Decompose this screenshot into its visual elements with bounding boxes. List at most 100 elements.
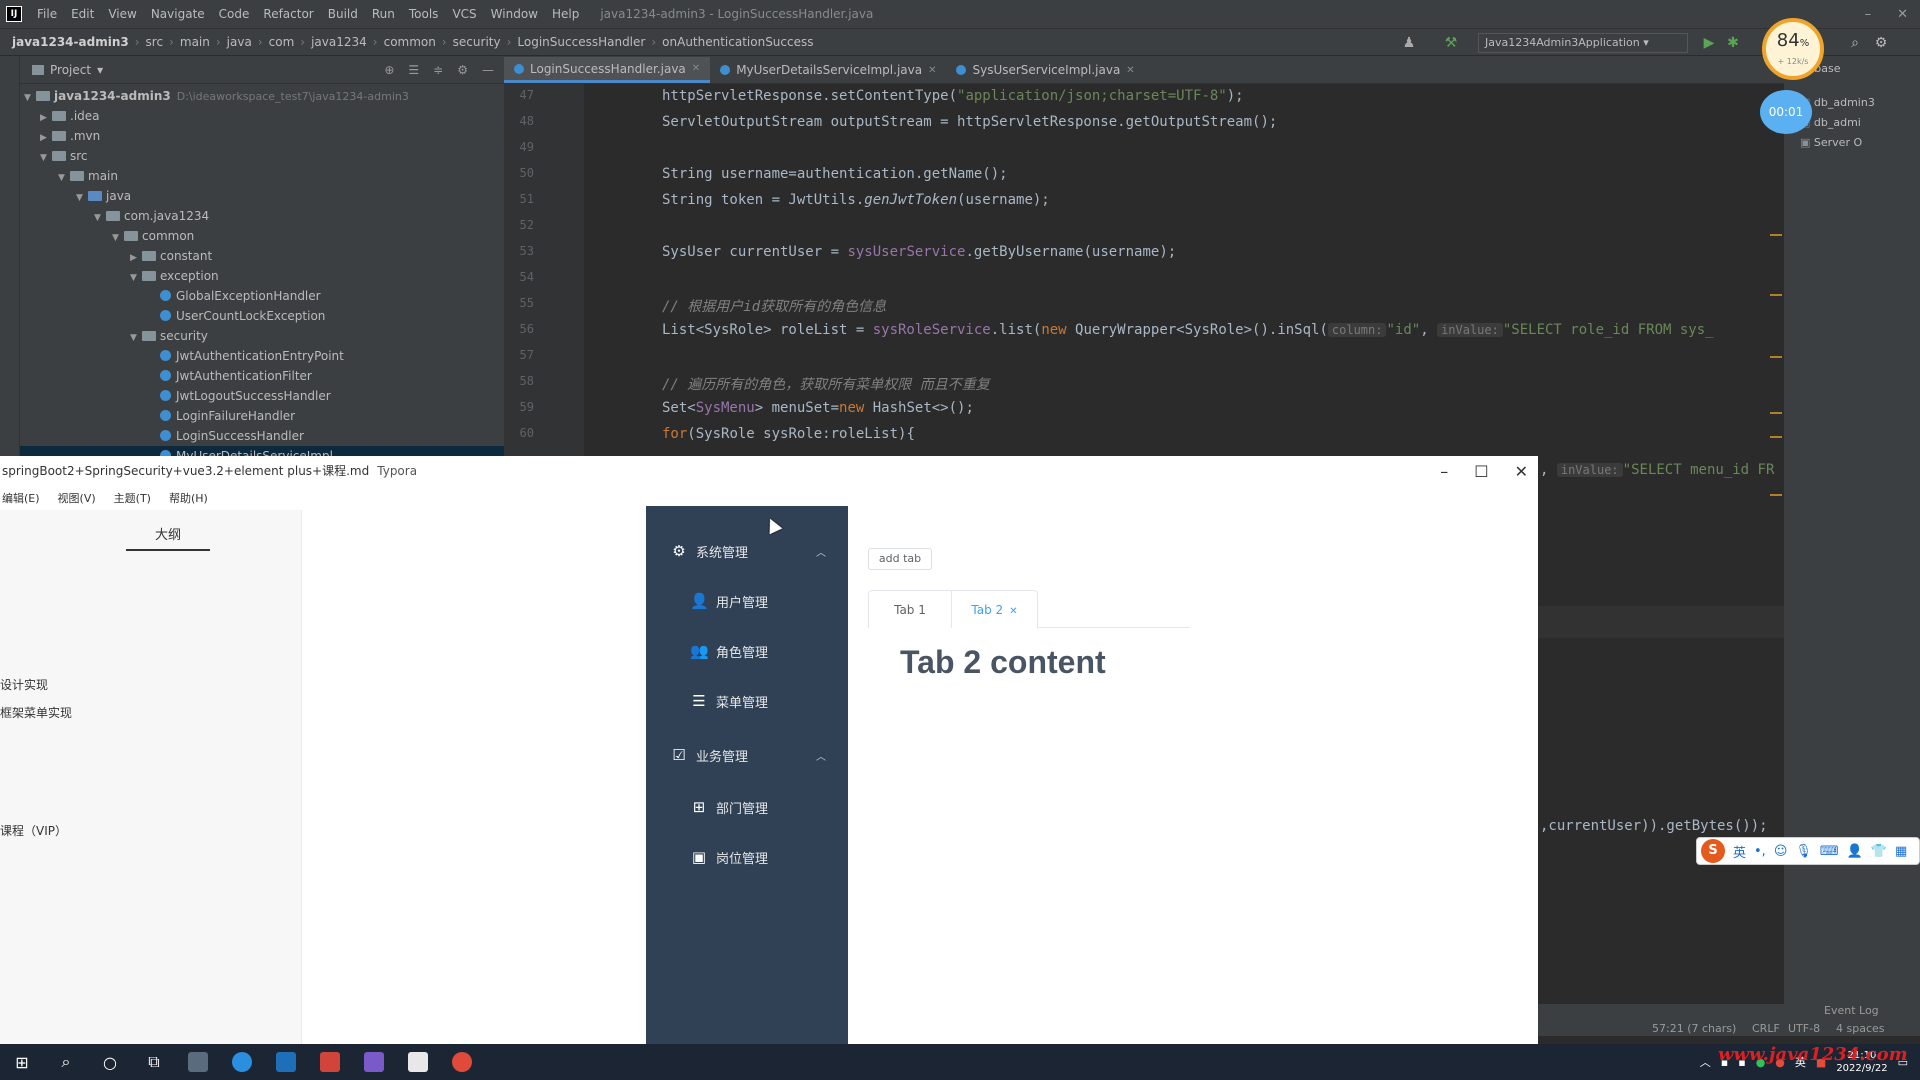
menu-business-management[interactable]: ☑ 业务管理 ︿	[646, 730, 848, 780]
taskbar-app-typora[interactable]	[396, 1044, 440, 1080]
ime-mode[interactable]: 英	[1733, 842, 1746, 861]
tree-item[interactable]: ▶ .idea	[40, 106, 100, 126]
keyboard-icon[interactable]: ⌨	[1820, 844, 1839, 859]
menu-menu-management[interactable]: ☰ 菜单管理	[646, 676, 848, 726]
taskbar-app[interactable]	[264, 1044, 308, 1080]
start-button[interactable]: ⊞	[0, 1044, 44, 1080]
minimize-icon[interactable]: –	[1865, 7, 1872, 22]
search-button[interactable]: ⌕	[44, 1044, 88, 1080]
code-editor[interactable]: httpServletResponse.setContentType("appl…	[584, 84, 1784, 456]
menu-role-management[interactable]: 👥 角色管理	[646, 626, 848, 676]
tree-item[interactable]: ▼ java1234-admin3 D:\ideaworkspace_test7\j…	[24, 86, 409, 106]
tree-item[interactable]: JwtAuthenticationEntryPoint	[160, 346, 344, 366]
breadcrumb-class[interactable]: LoginSuccessHandler	[513, 35, 649, 49]
breadcrumb-java[interactable]: java	[223, 35, 256, 49]
tree-item[interactable]: LoginSuccessHandler	[160, 426, 304, 446]
line-separator[interactable]: CRLF	[1752, 1022, 1780, 1035]
breadcrumb-src[interactable]: src	[142, 35, 168, 49]
close-tab-icon[interactable]: ✕	[1009, 606, 1017, 617]
menu-tools[interactable]: Tools	[402, 7, 446, 21]
expand-all-icon[interactable]: ☰	[408, 63, 419, 77]
debug-icon[interactable]: ✱	[1724, 34, 1742, 52]
menu-edit[interactable]: Edit	[64, 7, 101, 21]
menu-help[interactable]: Help	[545, 7, 586, 21]
tree-item[interactable]: GlobalExceptionHandler	[160, 286, 321, 306]
outline-item[interactable]: 框架菜单实现	[0, 704, 72, 721]
mic-icon[interactable]: 🎙	[1795, 844, 1812, 859]
tab-1[interactable]: Tab 1	[868, 590, 952, 628]
taskbar-app-vs[interactable]	[352, 1044, 396, 1080]
tree-item[interactable]: JwtAuthenticationFilter	[160, 366, 312, 386]
menu-file[interactable]: File	[30, 7, 64, 21]
menu-system-management[interactable]: ⚙ 系统管理 ︿	[646, 526, 848, 576]
cortana-button[interactable]: ○	[88, 1044, 132, 1080]
locate-icon[interactable]: ⊕	[384, 63, 394, 77]
caret-position[interactable]: 57:21 (7 chars)	[1652, 1022, 1736, 1035]
menu-department-management[interactable]: ⊞ 部门管理	[646, 782, 848, 832]
chevron-up-icon[interactable]: ︿	[1700, 1054, 1711, 1070]
menu-view[interactable]: 视图(V)	[58, 490, 96, 506]
close-tab-icon[interactable]: ✕	[692, 63, 700, 74]
menu-post-management[interactable]: ▣ 岗位管理	[646, 832, 848, 882]
tree-item[interactable]: ▶ constant	[130, 246, 212, 266]
emoji-icon[interactable]: ☺	[1774, 844, 1788, 859]
breadcrumb-java1234[interactable]: java1234	[307, 35, 371, 49]
tab-2[interactable]: Tab 2 ✕	[952, 590, 1038, 629]
taskbar-app-chrome[interactable]	[440, 1044, 484, 1080]
close-icon[interactable]: ✕	[1515, 462, 1528, 481]
outline-item[interactable]: 设计实现	[0, 676, 48, 693]
outline-item[interactable]: 课程（VIP）	[0, 822, 67, 839]
encoding[interactable]: UTF-8	[1788, 1022, 1820, 1035]
tree-item[interactable]: ▼ java	[76, 186, 131, 206]
project-label[interactable]: Project	[50, 63, 91, 77]
hammer-icon[interactable]: ⚒	[1442, 34, 1460, 52]
menu-theme[interactable]: 主题(T)	[114, 490, 151, 506]
menu-code[interactable]: Code	[212, 7, 257, 21]
close-icon[interactable]: ✕	[1897, 7, 1908, 22]
menu-run[interactable]: Run	[365, 7, 402, 21]
menu-icon[interactable]: ▦	[1895, 844, 1907, 859]
tree-item[interactable]: LoginFailureHandler	[160, 406, 295, 426]
network-speed-widget[interactable]: 84% + 12k/s	[1762, 18, 1824, 80]
tab-sys-user-service-impl[interactable]: SysUserServiceImpl.java ✕	[946, 57, 1144, 83]
user-icon[interactable]: ♟	[1400, 34, 1418, 52]
breadcrumb-security[interactable]: security	[449, 35, 505, 49]
tree-item[interactable]: ▼ src	[40, 146, 88, 166]
recording-timer[interactable]: 00:01	[1760, 90, 1812, 134]
run-icon[interactable]: ▶	[1700, 34, 1718, 52]
search-icon[interactable]: ⌕	[1846, 34, 1864, 52]
minimize-icon[interactable]: –	[1440, 462, 1448, 481]
database-item[interactable]: ▣ Server O	[1800, 136, 1862, 149]
maximize-icon[interactable]: ☐	[1474, 462, 1488, 481]
task-view-button[interactable]: ⧉	[132, 1044, 176, 1080]
run-config-select[interactable]: Java1234Admin3Application ▾	[1478, 33, 1688, 53]
gear-icon[interactable]: ⚙	[1872, 34, 1890, 52]
tree-item[interactable]: JwtLogoutSuccessHandler	[160, 386, 331, 406]
menu-build[interactable]: Build	[321, 7, 365, 21]
indent[interactable]: 4 spaces	[1836, 1022, 1885, 1035]
tree-item[interactable]: ▼ security	[130, 326, 208, 346]
collapse-all-icon[interactable]: ≑	[433, 63, 443, 77]
event-log[interactable]: Event Log	[1824, 1004, 1879, 1017]
outline-tab[interactable]: 大纲	[126, 524, 210, 551]
breadcrumb-method[interactable]: onAuthenticationSuccess	[658, 35, 817, 49]
close-tab-icon[interactable]: ✕	[928, 65, 936, 76]
tab-login-success-handler[interactable]: LoginSuccessHandler.java ✕	[504, 57, 711, 83]
menu-refactor[interactable]: Refactor	[256, 7, 320, 21]
code-editor-lower[interactable]: , inValue: "SELECT menu_id FR ,currentUse…	[1538, 456, 1784, 1036]
typora-document[interactable]	[302, 510, 646, 1044]
menu-user-management[interactable]: 👤 用户管理	[646, 576, 848, 626]
tab-my-user-details-service[interactable]: MyUserDetailsServiceImpl.java ✕	[710, 57, 946, 83]
close-tab-icon[interactable]: ✕	[1126, 65, 1134, 76]
tree-item[interactable]: UserCountLockException	[160, 306, 325, 326]
hide-icon[interactable]: —	[482, 63, 494, 77]
tree-item[interactable]: ▼ com.java1234	[94, 206, 209, 226]
menu-vcs[interactable]: VCS	[445, 7, 483, 21]
menu-window[interactable]: Window	[484, 7, 545, 21]
breadcrumb-project[interactable]: java1234-admin3	[8, 35, 133, 49]
menu-help[interactable]: 帮助(H)	[169, 490, 208, 506]
add-tab-button[interactable]: add tab	[868, 548, 932, 570]
tree-item[interactable]: ▼ main	[58, 166, 118, 186]
breadcrumb-com[interactable]: com	[265, 35, 299, 49]
menu-view[interactable]: View	[101, 7, 143, 21]
